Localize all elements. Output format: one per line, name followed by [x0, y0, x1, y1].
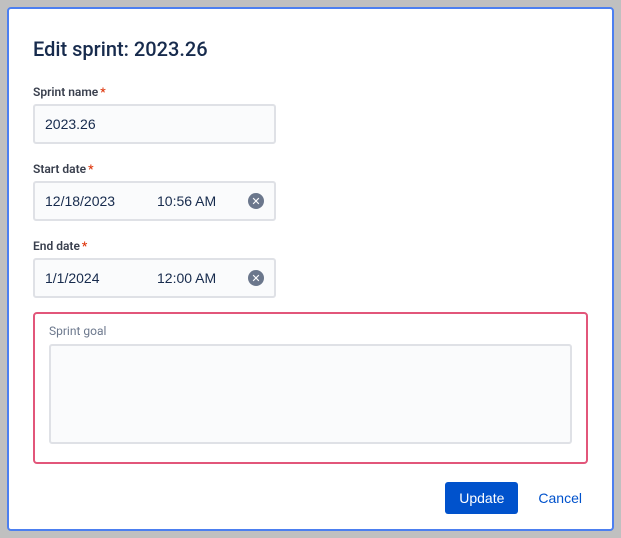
sprint-name-field: Sprint name*	[33, 85, 588, 144]
sprint-goal-textarea[interactable]	[49, 344, 572, 444]
end-date-input[interactable]	[35, 270, 153, 286]
end-time-input[interactable]	[153, 270, 238, 286]
edit-sprint-modal: Edit sprint: 2023.26 Sprint name* Start …	[7, 7, 614, 531]
clear-icon[interactable]: ✕	[248, 270, 264, 286]
required-indicator: *	[88, 162, 93, 176]
end-date-label-text: End date	[33, 239, 80, 253]
end-date-group: ✕	[33, 258, 276, 298]
button-row: Update Cancel	[33, 482, 588, 514]
clear-icon[interactable]: ✕	[248, 193, 264, 209]
sprint-name-label: Sprint name*	[33, 85, 588, 99]
end-date-field: End date* ✕	[33, 239, 588, 298]
required-indicator: *	[82, 239, 87, 253]
start-date-label-text: Start date	[33, 162, 86, 176]
start-time-input[interactable]	[153, 193, 238, 209]
sprint-name-input[interactable]	[33, 104, 276, 144]
start-date-group: ✕	[33, 181, 276, 221]
update-button[interactable]: Update	[445, 482, 518, 514]
modal-title: Edit sprint: 2023.26	[33, 37, 588, 61]
start-date-label: Start date*	[33, 162, 588, 176]
start-date-input[interactable]	[35, 193, 153, 209]
end-date-label: End date*	[33, 239, 588, 253]
sprint-goal-highlight: Sprint goal	[33, 312, 588, 464]
cancel-button[interactable]: Cancel	[532, 482, 588, 514]
start-date-field: Start date* ✕	[33, 162, 588, 221]
required-indicator: *	[100, 85, 105, 99]
sprint-goal-label: Sprint goal	[49, 324, 572, 338]
sprint-name-label-text: Sprint name	[33, 85, 98, 99]
